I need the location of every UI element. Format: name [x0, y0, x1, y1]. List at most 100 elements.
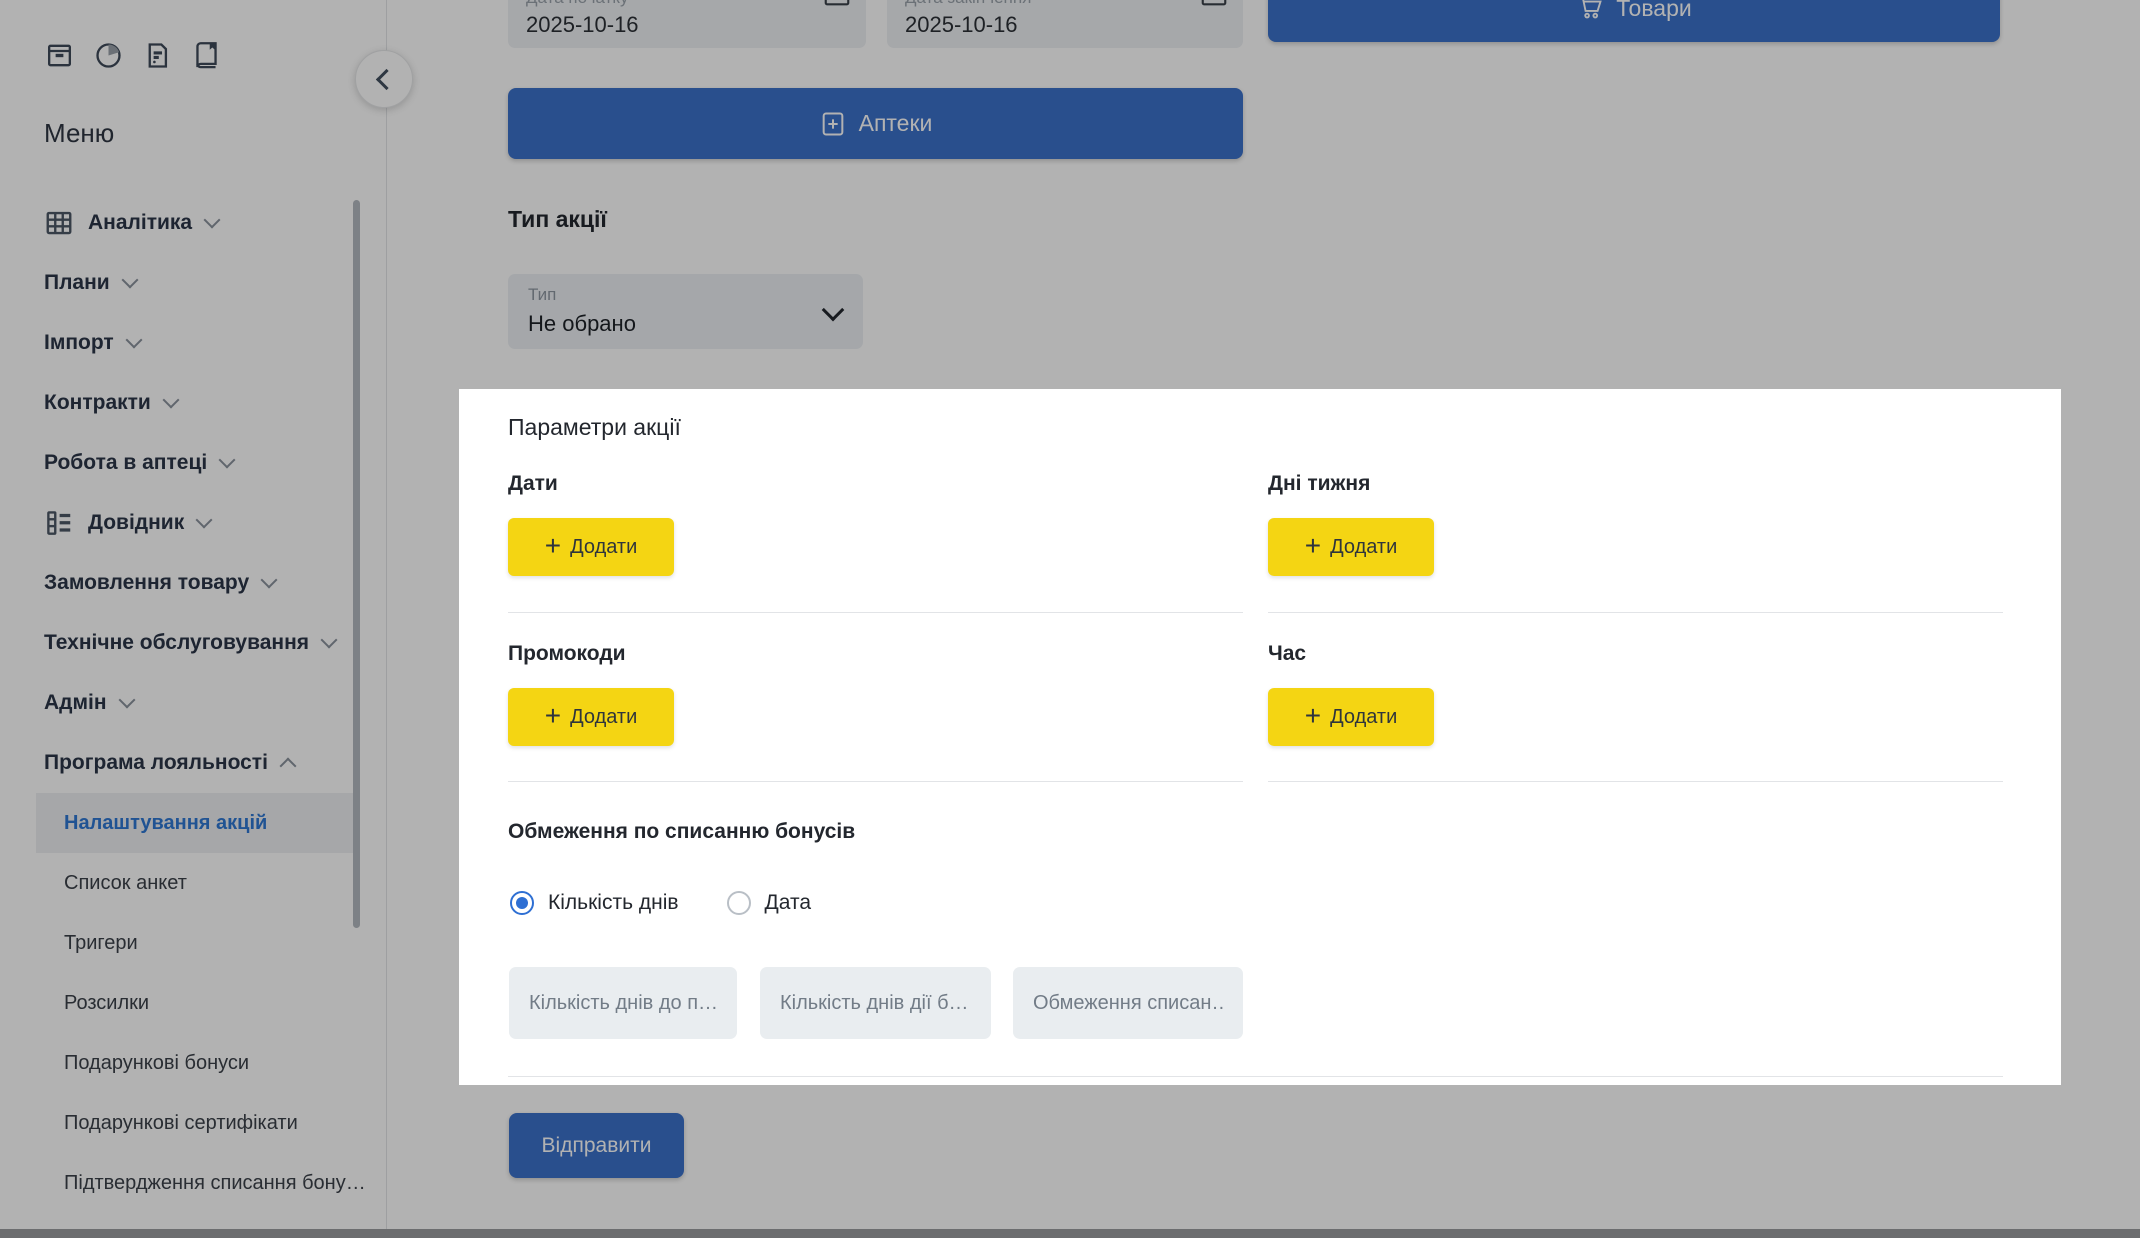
submenu-item-triggers[interactable]: Тригери: [0, 913, 386, 973]
section-title-weekdays: Дні тижня: [1268, 472, 1370, 496]
list-detail-icon: [44, 508, 74, 538]
date-start-field[interactable]: Дата початку: [508, 0, 866, 48]
add-button-label: Додати: [570, 536, 637, 559]
sidebar-menu-title: Меню: [44, 118, 114, 149]
sidebar-item-label: Імпорт: [44, 331, 114, 355]
submenu-item-label: Подарункові сертифікати: [64, 1112, 298, 1135]
promo-type-select-value: Не обрано: [528, 311, 636, 337]
submenu-item-promo-settings[interactable]: Налаштування акцій: [36, 793, 356, 853]
submenu-item-label: Налаштування акцій: [64, 812, 267, 835]
sidebar-item-label: Замовлення товару: [44, 571, 249, 595]
chevron-left-icon: [376, 68, 397, 89]
radio-date[interactable]: [727, 891, 751, 915]
sidebar-item-label: Програма лояльності: [44, 751, 268, 775]
add-button-label: Додати: [1330, 536, 1397, 559]
add-weekdays-button[interactable]: + Додати: [1268, 518, 1434, 576]
sidebar-item-plans[interactable]: Плани: [0, 253, 386, 313]
date-start-input[interactable]: [526, 12, 777, 38]
sidebar-item-label: Контракти: [44, 391, 151, 415]
chevron-down-icon: [196, 511, 213, 528]
sidebar-item-goods-orders[interactable]: Замовлення товару: [0, 553, 386, 613]
submit-button-label: Відправити: [542, 1134, 652, 1158]
document-icon[interactable]: [142, 40, 173, 71]
plus-square-icon: [819, 110, 847, 138]
add-time-button[interactable]: + Додати: [1268, 688, 1434, 746]
add-promocodes-button[interactable]: +Додати: [508, 688, 674, 746]
submenu-item-writeoff-confirmation[interactable]: Підтвердження списання бону…: [0, 1153, 386, 1213]
bonus-limit-radio-group: Кількість днів Дата: [510, 891, 845, 915]
submenu-item-mailings[interactable]: Розсилки: [0, 973, 386, 1033]
promo-type-select-label: Тип: [528, 285, 556, 305]
sidebar-item-loyalty-program[interactable]: Програма лояльності: [0, 733, 386, 793]
promo-type-heading: Тип акції: [508, 206, 607, 233]
date-end-label: Дата закінчення: [905, 0, 1032, 8]
chevron-down-icon: [121, 271, 138, 288]
sidebar-item-maintenance[interactable]: Технічне обслуговування: [0, 613, 386, 673]
add-dates-button[interactable]: + Додати: [508, 518, 674, 576]
submenu-item-gift-bonuses[interactable]: Подарункові бонуси: [0, 1033, 386, 1093]
radio-days-label: Кількість днів: [548, 891, 679, 915]
sidebar-item-label: Плани: [44, 271, 110, 295]
submenu-item-label: Підтвердження списання бону…: [64, 1172, 366, 1195]
chevron-up-icon: [279, 758, 296, 775]
bonus-validity-days-input[interactable]: [760, 967, 991, 1039]
promo-type-select[interactable]: Тип Не обрано: [508, 274, 863, 349]
date-end-field[interactable]: Дата закінчення: [887, 0, 1243, 48]
sidebar-item-admin[interactable]: Адмін: [0, 673, 386, 733]
date-end-input[interactable]: [905, 12, 1154, 38]
days-before-input[interactable]: [509, 967, 737, 1039]
loyalty-submenu: Налаштування акцій Список анкет Тригери …: [0, 793, 386, 1213]
book-icon[interactable]: [191, 40, 222, 71]
add-button-label: Додати: [1330, 706, 1397, 729]
products-button[interactable]: Товари: [1268, 0, 2000, 42]
plus-icon: +: [1305, 700, 1321, 732]
divider: [1268, 781, 2003, 782]
chevron-down-icon: [261, 571, 278, 588]
submenu-item-label: Подарункові бонуси: [64, 1052, 249, 1075]
sidebar-item-label: Довідник: [88, 511, 184, 535]
divider: [508, 1076, 2003, 1077]
add-button-label: Додати: [570, 706, 637, 729]
chevron-down-icon: [219, 451, 236, 468]
pharmacies-button-label: Аптеки: [859, 110, 933, 137]
cart-icon: [1576, 0, 1604, 22]
sidebar-item-label: Аналітика: [88, 211, 192, 235]
products-button-label: Товари: [1616, 0, 1691, 22]
submenu-item-label: Список анкет: [64, 872, 187, 895]
chevron-down-icon: [321, 631, 338, 648]
sidebar-quick-icons: [44, 40, 222, 71]
calendar-icon[interactable]: [1199, 0, 1229, 12]
sidebar-item-label: Робота в аптеці: [44, 451, 207, 475]
pie-chart-icon[interactable]: [93, 40, 124, 71]
sidebar-scrollbar-thumb[interactable]: [353, 200, 360, 928]
chevron-down-icon: [162, 391, 179, 408]
divider: [508, 781, 1243, 782]
sidebar-collapse-button[interactable]: [355, 50, 413, 108]
section-title-time: Час: [1268, 642, 1306, 666]
submenu-item-gift-certificates[interactable]: Подарункові сертифікати: [0, 1093, 386, 1153]
radio-days[interactable]: [510, 891, 534, 915]
pharmacies-button[interactable]: Аптеки: [508, 88, 1243, 159]
sidebar-item-pharmacy-work[interactable]: Робота в аптеці: [0, 433, 386, 493]
calendar-icon[interactable]: [822, 0, 852, 12]
params-panel-heading: Параметри акції: [508, 414, 681, 441]
sidebar-item-directory[interactable]: Довідник: [0, 493, 386, 553]
writeoff-limit-input[interactable]: [1013, 967, 1243, 1039]
sidebar-item-analytics[interactable]: Аналітика: [0, 193, 386, 253]
plus-icon: +: [1305, 530, 1321, 562]
submit-button[interactable]: Відправити: [509, 1113, 684, 1178]
section-title-dates: Дати: [508, 472, 558, 496]
sidebar-nav: Аналітика Плани Імпорт Контракти Робота …: [0, 193, 386, 793]
sidebar-item-import[interactable]: Імпорт: [0, 313, 386, 373]
archive-box-icon[interactable]: [44, 40, 75, 71]
submenu-item-questionnaires[interactable]: Список анкет: [0, 853, 386, 913]
plus-icon: +: [545, 530, 561, 562]
chevron-down-icon: [118, 691, 135, 708]
radio-date-label: Дата: [765, 891, 812, 915]
chevron-down-icon: [125, 331, 142, 348]
section-title-promocodes: Промокоди: [508, 642, 626, 666]
chevron-down-icon: [204, 211, 221, 228]
sidebar-item-contracts[interactable]: Контракти: [0, 373, 386, 433]
app-root: Меню Аналітика Плани Імпорт Контракти Ро…: [0, 0, 2140, 1238]
window-bottom-edge: [0, 1229, 2140, 1238]
